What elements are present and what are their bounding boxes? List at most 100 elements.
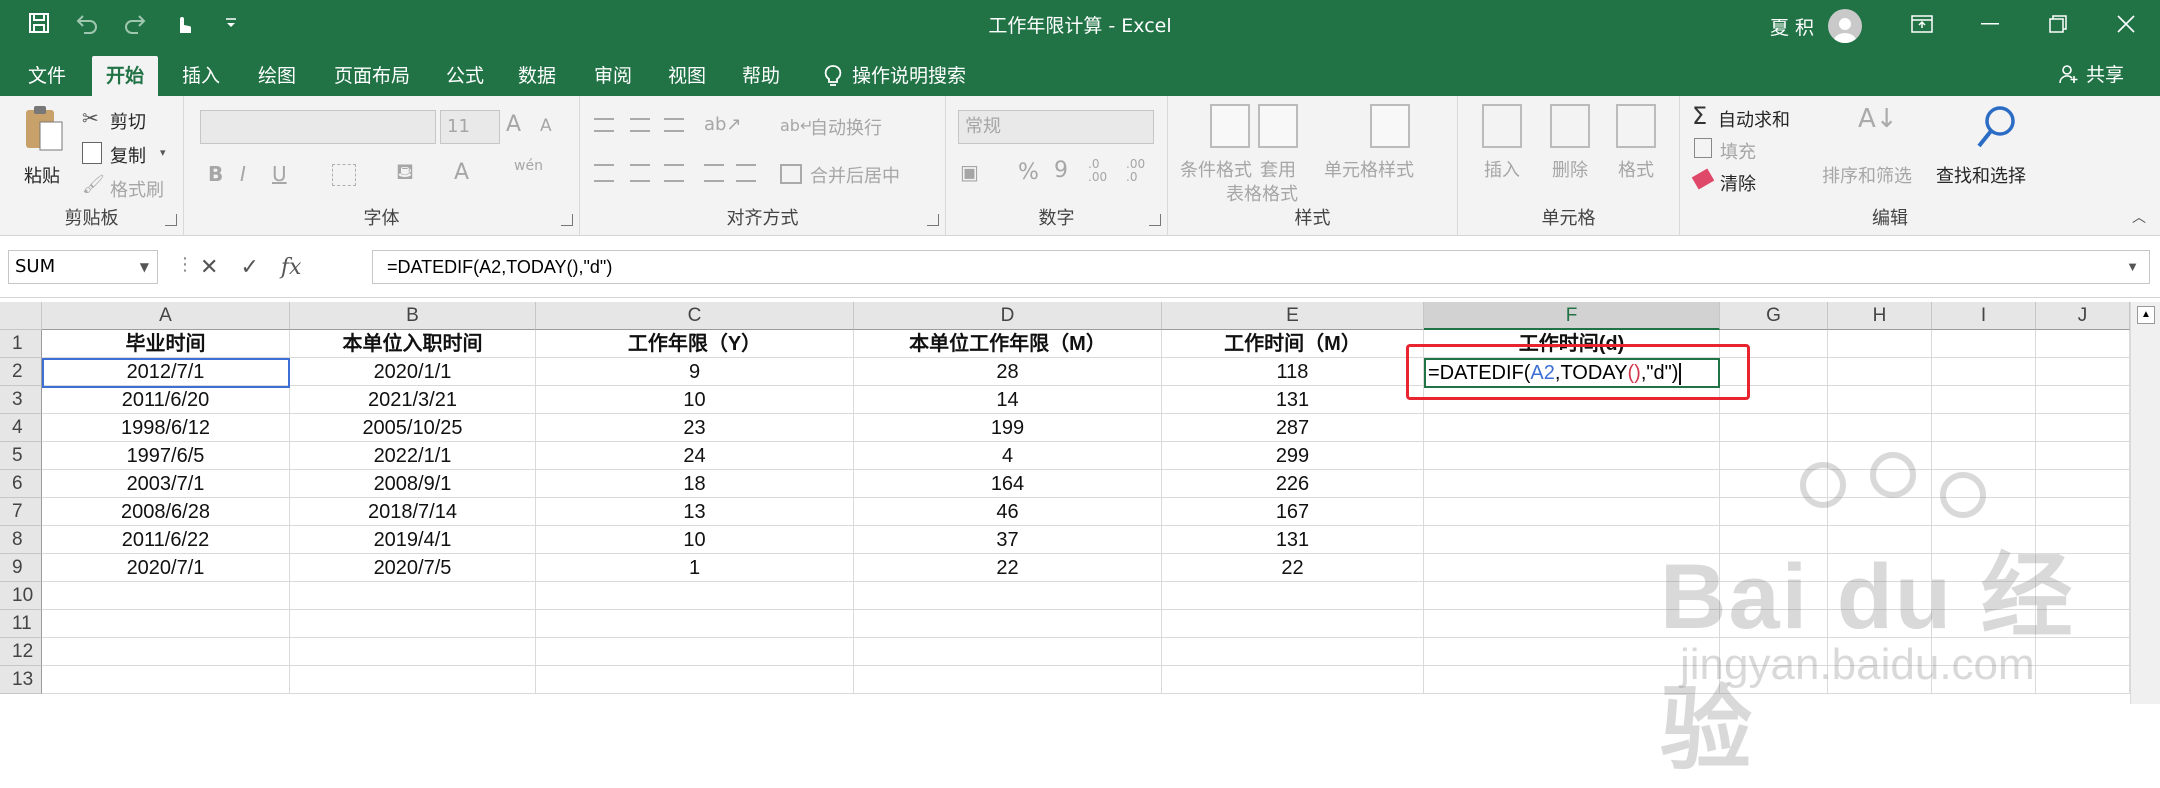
row-header[interactable]: 3 (0, 386, 42, 414)
table-cell[interactable]: 4 (854, 442, 1162, 470)
orientation-icon[interactable]: ab↗ (704, 114, 742, 135)
empty-cell[interactable] (1828, 638, 1932, 666)
empty-cell[interactable] (854, 638, 1162, 666)
row-header[interactable]: 10 (0, 582, 42, 610)
dialog-launcher-icon[interactable] (561, 214, 573, 226)
empty-cell[interactable] (1720, 470, 1828, 498)
empty-cell[interactable] (1720, 554, 1828, 582)
empty-cell[interactable] (1828, 386, 1932, 414)
sort-filter-button[interactable]: A↓ 排序和筛选 (1822, 104, 1932, 204)
font-name-box[interactable] (200, 110, 436, 144)
table-cell[interactable]: 22 (854, 554, 1162, 582)
table-cell[interactable]: 2011/6/22 (42, 526, 290, 554)
touch-mode-icon[interactable] (168, 8, 198, 38)
table-cell[interactable]: 1 (536, 554, 854, 582)
empty-cell[interactable] (2036, 610, 2130, 638)
empty-cell[interactable] (42, 610, 290, 638)
table-cell[interactable]: 2003/7/1 (42, 470, 290, 498)
empty-cell[interactable] (1720, 610, 1828, 638)
table-cell[interactable]: 10 (536, 386, 854, 414)
empty-cell[interactable] (1162, 582, 1424, 610)
empty-cell[interactable] (1932, 638, 2036, 666)
accounting-format-icon[interactable]: ▣ (960, 160, 979, 184)
formula-input[interactable]: =DATEDIF(A2,TODAY(),"d") ▼ (372, 250, 2150, 284)
table-cell[interactable]: 2012/7/1 (42, 358, 290, 386)
table-cell[interactable]: 10 (536, 526, 854, 554)
empty-cell[interactable] (1424, 498, 1720, 526)
empty-cell[interactable] (290, 666, 536, 694)
format-as-table-button[interactable]: 套用 表格格式 (1226, 104, 1358, 205)
table-cell[interactable]: 28 (854, 358, 1162, 386)
name-box[interactable]: SUM ▼ (8, 250, 158, 284)
column-header-b[interactable]: B (290, 302, 536, 330)
wrap-text-button[interactable]: 自动换行 (810, 114, 882, 140)
table-cell[interactable]: 226 (1162, 470, 1424, 498)
empty-cell[interactable] (290, 582, 536, 610)
customize-qat-icon[interactable] (216, 8, 246, 38)
empty-cell[interactable] (290, 610, 536, 638)
empty-cell[interactable] (1162, 638, 1424, 666)
table-cell[interactable]: 299 (1162, 442, 1424, 470)
empty-cell[interactable] (42, 666, 290, 694)
table-cell[interactable]: 118 (1162, 358, 1424, 386)
empty-cell[interactable] (536, 582, 854, 610)
empty-cell[interactable] (1424, 582, 1720, 610)
font-size-box[interactable]: 11 (440, 110, 500, 144)
tab-help[interactable]: 帮助 (728, 56, 794, 96)
empty-cell[interactable] (1932, 526, 2036, 554)
insert-function-icon[interactable]: fx (281, 255, 302, 280)
cancel-icon[interactable]: ✕ (200, 255, 218, 280)
format-cells-button[interactable]: 格式 (1610, 104, 1670, 204)
share-button[interactable]: 共享 (2058, 60, 2124, 87)
table-cell[interactable]: 2020/7/1 (42, 554, 290, 582)
select-all-corner[interactable] (0, 302, 42, 330)
row-header[interactable]: 12 (0, 638, 42, 666)
tab-file[interactable]: 文件 (14, 56, 80, 96)
empty-cell[interactable] (1828, 666, 1932, 694)
font-color-icon[interactable]: A (454, 160, 469, 185)
empty-cell[interactable] (1828, 414, 1932, 442)
close-icon[interactable] (2092, 0, 2160, 48)
percent-button[interactable]: % (1018, 160, 1039, 185)
comma-style-button[interactable]: 9 (1054, 158, 1068, 183)
empty-cell[interactable] (1932, 498, 2036, 526)
table-cell[interactable]: 2005/10/25 (290, 414, 536, 442)
empty-cell[interactable] (1932, 442, 2036, 470)
table-cell[interactable]: 22 (1162, 554, 1424, 582)
empty-cell[interactable] (2036, 582, 2130, 610)
increase-font-icon[interactable]: A (506, 112, 521, 137)
column-title-cell[interactable]: 毕业时间 (42, 330, 290, 358)
empty-cell[interactable] (854, 610, 1162, 638)
empty-cell[interactable] (1424, 526, 1720, 554)
empty-cell[interactable] (1828, 470, 1932, 498)
empty-cell[interactable] (1720, 638, 1828, 666)
avatar[interactable] (1828, 9, 1863, 43)
dialog-launcher-icon[interactable] (927, 214, 939, 226)
table-cell[interactable]: 199 (854, 414, 1162, 442)
table-cell[interactable]: 2011/6/20 (42, 386, 290, 414)
empty-cell[interactable] (1828, 498, 1932, 526)
table-cell[interactable]: 46 (854, 498, 1162, 526)
empty-cell[interactable] (290, 638, 536, 666)
table-cell[interactable]: 167 (1162, 498, 1424, 526)
empty-cell[interactable] (1162, 666, 1424, 694)
empty-cell[interactable] (1424, 414, 1720, 442)
empty-cell[interactable] (42, 582, 290, 610)
table-cell[interactable]: 2008/9/1 (290, 470, 536, 498)
column-title-cell[interactable]: 工作时间（M） (1162, 330, 1424, 358)
empty-cell[interactable] (42, 638, 290, 666)
table-cell[interactable]: 2008/6/28 (42, 498, 290, 526)
row-header[interactable]: 5 (0, 442, 42, 470)
empty-cell[interactable] (1932, 358, 2036, 386)
row-header[interactable]: 2 (0, 358, 42, 386)
empty-cell[interactable] (1424, 554, 1720, 582)
column-header-h[interactable]: H (1828, 302, 1932, 330)
row-header[interactable]: 8 (0, 526, 42, 554)
dialog-launcher-icon[interactable] (165, 214, 177, 226)
empty-cell[interactable] (1932, 582, 2036, 610)
empty-cell[interactable] (1828, 358, 1932, 386)
bold-button[interactable]: B (208, 162, 223, 186)
table-cell[interactable]: 24 (536, 442, 854, 470)
row-header[interactable]: 1 (0, 330, 42, 358)
tab-insert[interactable]: 插入 (168, 56, 234, 96)
